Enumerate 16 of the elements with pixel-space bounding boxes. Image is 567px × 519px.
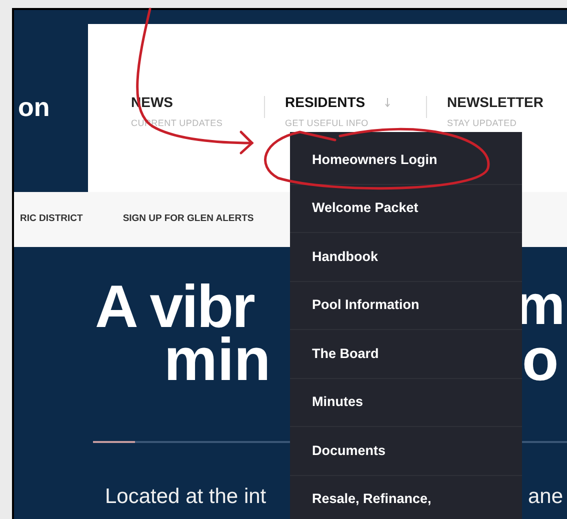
subnav-link[interactable]: RIC DISTRICT — [20, 212, 83, 227]
menu-item[interactable]: Resale, Refinance, — [312, 489, 432, 510]
nav-link[interactable]: NEWSLETTER STAY UPDATED — [447, 92, 567, 130]
logo-text: on — [18, 90, 50, 124]
menu-item[interactable]: Welcome Packet — [312, 198, 418, 218]
menu-item[interactable]: Handbook — [312, 246, 378, 267]
menu-item[interactable]: Documents — [312, 440, 386, 461]
intro-text: Located at the int — [105, 484, 266, 510]
menu-item[interactable]: The Board — [312, 344, 379, 364]
menu-item[interactable]: Homeowners Login — [312, 150, 438, 170]
menu-item[interactable]: Pool Information — [312, 295, 420, 316]
intro-text: ane — [528, 484, 564, 510]
nav-link[interactable]: RESIDENTS GET USEFUL INFO — [285, 92, 448, 130]
subnav-link[interactable]: SIGN UP FOR GLEN ALERTS — [122, 212, 254, 227]
menu-item[interactable]: Minutes — [312, 392, 364, 412]
hero-heading: o — [522, 330, 559, 390]
